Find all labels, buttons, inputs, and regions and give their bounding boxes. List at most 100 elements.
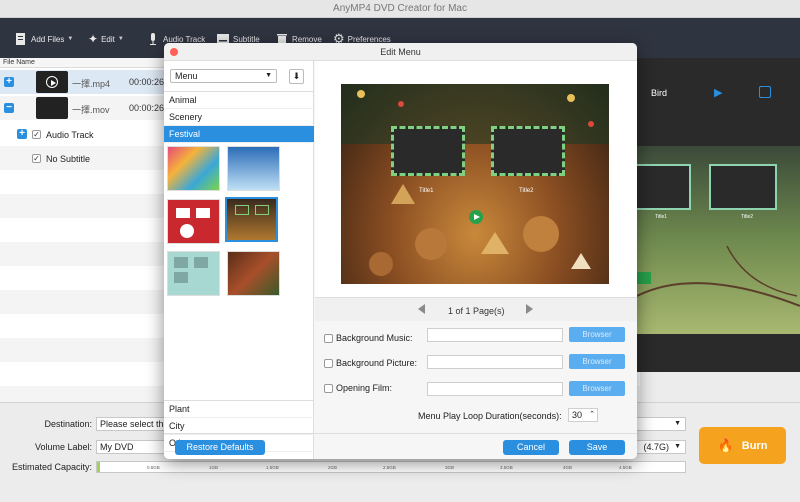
menu-play-button[interactable]: [469, 210, 483, 224]
burn-button[interactable]: 🔥 Burn: [699, 427, 786, 464]
play-icon: [474, 213, 480, 220]
menu-type-select[interactable]: Menu ▼: [170, 69, 277, 83]
capacity-tick: 1GB: [209, 465, 219, 470]
template-pane: Menu ▼ ⬇ Animal Scenery Festival Plant C…: [164, 61, 314, 459]
menu-title-label-1[interactable]: Title1: [419, 188, 433, 194]
download-icon[interactable]: ⬇: [289, 69, 304, 84]
thumb-box: [235, 205, 249, 215]
add-files-label: Add Files: [31, 34, 65, 44]
expand-icon[interactable]: +: [4, 77, 14, 87]
pagination: 1 of 1 Page(s): [315, 297, 637, 321]
subtitle-checkbox[interactable]: ✓: [32, 154, 41, 163]
sparkle-icon: ✦: [88, 32, 99, 46]
thumb-box: [194, 257, 208, 268]
subtitle-text: No Subtitle: [46, 154, 91, 164]
audio-track-checkbox[interactable]: ✓: [32, 130, 41, 139]
burn-label: Burn: [741, 439, 768, 452]
dvd-size-value: (4.7G): [643, 442, 669, 452]
capacity-tick: 2GB: [328, 465, 338, 470]
template-thumb-candy[interactable]: [167, 146, 220, 191]
category-animal[interactable]: Animal: [164, 92, 314, 109]
thumb-box: [196, 208, 210, 218]
file-duration: 00:00:26: [129, 77, 165, 87]
background-picture-label: Background Picture:: [336, 358, 418, 368]
background-music-input[interactable]: [427, 328, 563, 342]
background-music-label: Background Music:: [336, 333, 413, 343]
destination-label: Destination:: [44, 419, 92, 429]
edit-button[interactable]: ✦ Edit ▼: [88, 30, 124, 48]
category-festival[interactable]: Festival: [164, 126, 314, 143]
template-thumb-teal[interactable]: [167, 251, 220, 296]
preview-thumb: [709, 164, 777, 210]
play-icon[interactable]: ▶: [714, 86, 722, 99]
file-duration: 00:00:26: [129, 103, 165, 113]
window-title: AnyMP4 DVD Creator for Mac: [333, 3, 467, 14]
menu-preview-image: Title1 Title2: [341, 84, 609, 284]
category-scenery[interactable]: Scenery: [164, 109, 314, 126]
background-picture-option: Background Picture:: [324, 358, 417, 368]
divider: [164, 433, 637, 434]
microphone-icon: [150, 33, 156, 45]
menu-title-label-2[interactable]: Title2: [519, 188, 533, 194]
thumb-box: [174, 257, 188, 268]
menu-title-frame-2[interactable]: [491, 126, 565, 176]
page-indicator: 1 of 1 Page(s): [448, 306, 505, 316]
browse-film-button[interactable]: Browser: [569, 381, 625, 396]
menu-preview-area: Title1 Title2: [315, 61, 637, 297]
capacity-tick: 4.5GB: [619, 465, 632, 470]
restore-defaults-button[interactable]: Restore Defaults: [175, 440, 265, 455]
save-button[interactable]: Save: [569, 440, 625, 455]
menu-title-frame-1[interactable]: [391, 126, 465, 176]
background-music-checkbox[interactable]: [324, 333, 333, 343]
capacity-label: Estimated Capacity:: [11, 462, 92, 472]
opening-film-option: Opening Film:: [324, 383, 392, 393]
add-file-icon: [16, 33, 25, 45]
opening-film-checkbox[interactable]: [324, 383, 333, 393]
collapse-icon[interactable]: −: [4, 103, 14, 113]
opening-film-label: Opening Film:: [336, 383, 393, 393]
template-thumb-christmas-red[interactable]: [167, 199, 220, 244]
capacity-tick: 1.5GB: [266, 465, 279, 470]
menu-select-value: Menu: [175, 71, 198, 81]
add-audio-icon[interactable]: +: [17, 129, 27, 139]
close-icon[interactable]: [170, 48, 178, 56]
thumb-ball: [180, 224, 194, 238]
thumb-box: [174, 272, 188, 283]
preview-play-icon[interactable]: [637, 272, 651, 284]
edit-menu-dialog: Edit Menu Menu ▼ ⬇ Animal Scenery Festiv…: [164, 43, 637, 459]
chevron-down-icon: ▼: [117, 36, 124, 42]
background-picture-checkbox[interactable]: [324, 358, 333, 368]
prev-page-icon[interactable]: [418, 304, 425, 314]
loop-duration-value: 30: [572, 410, 583, 420]
flame-icon: 🔥: [717, 437, 734, 453]
browse-picture-button[interactable]: Browser: [569, 354, 625, 369]
template-thumb-christmas-blue[interactable]: [227, 146, 280, 191]
stepper-icon[interactable]: ⌃: [589, 409, 595, 421]
file-name: 一擇.mov: [72, 105, 110, 115]
background-music-option: Background Music:: [324, 333, 413, 343]
capacity-bar: 0.5GB 1GB 1.5GB 2GB 2.5GB 3GB 3.5GB 4GB …: [96, 461, 686, 473]
template-thumb-cookies-selected[interactable]: [225, 197, 278, 242]
loop-duration-stepper[interactable]: 30 ⌃: [568, 408, 598, 422]
preview-title: Bird: [651, 88, 668, 98]
capacity-tick: 0.5GB: [147, 465, 160, 470]
preview-thumb: [633, 164, 691, 210]
category-plant[interactable]: Plant: [164, 401, 314, 418]
cookies-scene: [341, 84, 609, 276]
add-files-button[interactable]: Add Files ▼: [14, 30, 73, 48]
window-title-bar: AnyMP4 DVD Creator for Mac: [0, 0, 800, 18]
next-page-icon[interactable]: [526, 304, 533, 314]
background-picture-input[interactable]: [427, 355, 563, 369]
browse-music-button[interactable]: Browser: [569, 327, 625, 342]
chevron-down-icon: ▼: [67, 36, 74, 42]
edit-icon[interactable]: [759, 86, 771, 98]
opening-film-input[interactable]: [427, 382, 563, 396]
cancel-button[interactable]: Cancel: [503, 440, 559, 455]
dialog-title: Edit Menu: [164, 43, 637, 61]
capacity-tick: 3GB: [445, 465, 455, 470]
destination-value: Please select th: [100, 419, 164, 429]
template-thumb-ornaments[interactable]: [227, 251, 280, 296]
video-thumbnail: [36, 97, 68, 119]
capacity-tick: 3.5GB: [500, 465, 513, 470]
thumb-box: [176, 208, 190, 218]
